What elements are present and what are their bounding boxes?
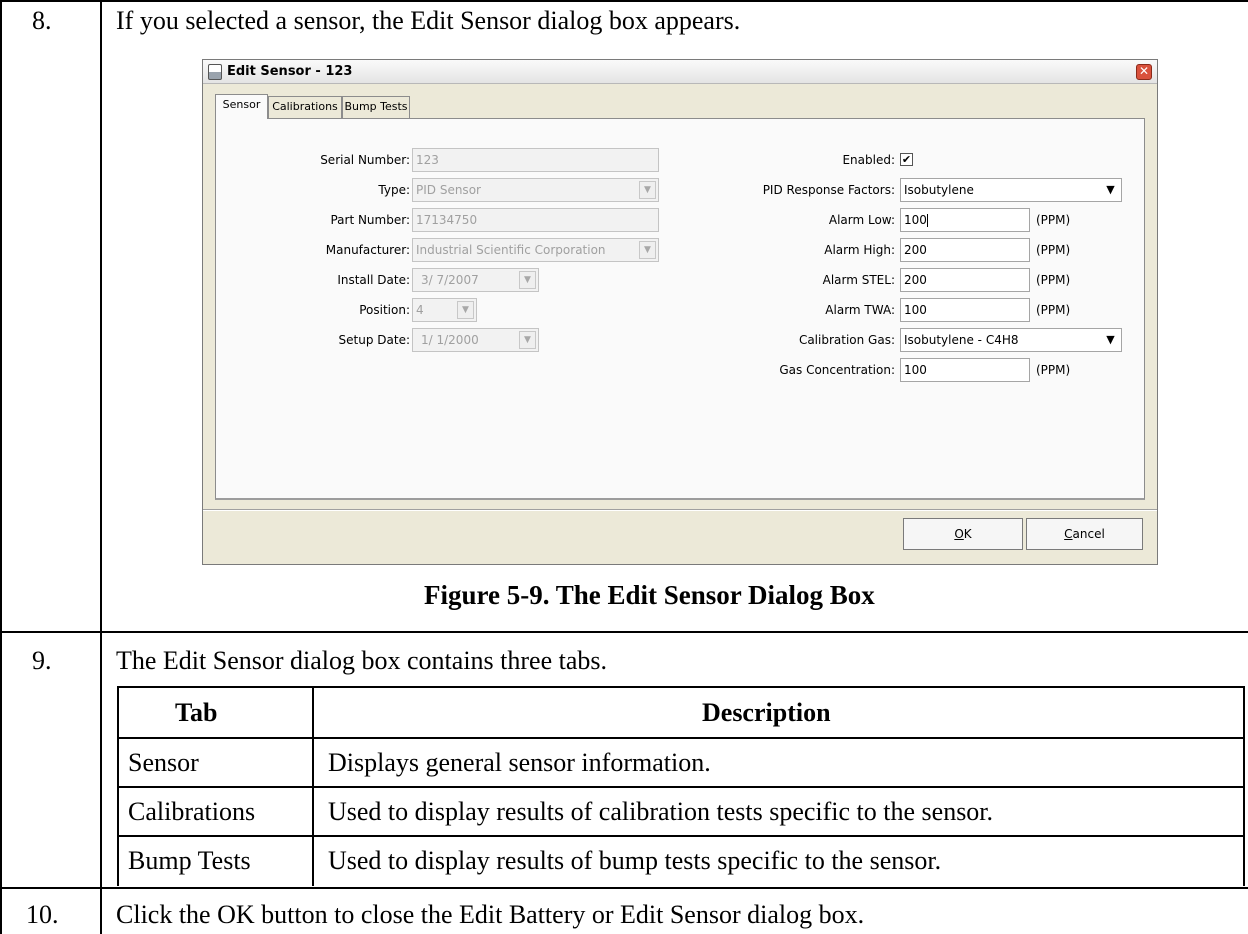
cancel-button-mnemonic: C bbox=[1064, 527, 1073, 541]
dialog-title: Edit Sensor - 123 bbox=[227, 64, 353, 79]
close-button[interactable]: ✕ bbox=[1136, 64, 1152, 80]
outer-border-left bbox=[0, 0, 2, 934]
setup-date-value: 1/ 1/2000 bbox=[421, 333, 479, 347]
chevron-down-icon: ▼ bbox=[519, 271, 536, 289]
position-value: 4 bbox=[416, 303, 424, 317]
alarm-twa-unit: (PPM) bbox=[1036, 303, 1071, 317]
calibration-gas-select[interactable]: Isobutylene - C4H8 ▼ bbox=[900, 328, 1122, 352]
table-header-description: Description bbox=[702, 698, 831, 727]
type-value: PID Sensor bbox=[416, 183, 481, 197]
tab-table-row1 bbox=[117, 737, 1245, 739]
install-date-label: Install Date: bbox=[337, 273, 410, 287]
position-select[interactable]: 4 ▼ bbox=[412, 298, 477, 322]
part-number-value: 17134750 bbox=[416, 213, 478, 227]
step-text: If you selected a sensor, the Edit Senso… bbox=[116, 6, 741, 35]
cancel-button-label: ancel bbox=[1072, 527, 1105, 541]
table-cell-tab: Calibrations bbox=[128, 797, 256, 826]
gas-concentration-label: Gas Concentration: bbox=[779, 363, 895, 377]
alarm-low-input[interactable]: 100 bbox=[900, 208, 1030, 232]
edit-sensor-dialog: Edit Sensor - 123 ✕ Sensor Calibrations … bbox=[202, 59, 1158, 565]
enabled-label: Enabled: bbox=[842, 153, 895, 167]
tab-table-top bbox=[117, 686, 1245, 688]
step-number: 10. bbox=[26, 900, 59, 929]
tab-table-row3 bbox=[117, 835, 1245, 837]
table-cell-tab: Sensor bbox=[128, 748, 199, 777]
dialog-separator bbox=[203, 509, 1157, 511]
part-number-label: Part Number: bbox=[330, 213, 410, 227]
figure-caption: Figure 5-9. The Edit Sensor Dialog Box bbox=[424, 580, 875, 610]
serial-number-value: 123 bbox=[416, 153, 439, 167]
close-icon: ✕ bbox=[1138, 64, 1150, 78]
tab-bump-tests[interactable]: Bump Tests bbox=[342, 96, 410, 118]
table-cell-description: Used to display results of calibration t… bbox=[328, 797, 994, 826]
step-text: The Edit Sensor dialog box contains thre… bbox=[116, 646, 608, 675]
row-divider-9 bbox=[0, 887, 1248, 889]
dialog-titlebar: Edit Sensor - 123 ✕ bbox=[203, 60, 1157, 84]
setup-date-picker[interactable]: 1/ 1/2000 ▼ bbox=[412, 328, 539, 352]
install-date-value: 3/ 7/2007 bbox=[421, 273, 479, 287]
ok-button-label: K bbox=[963, 527, 972, 541]
step-text: Click the OK button to close the Edit Ba… bbox=[116, 900, 865, 929]
type-label: Type: bbox=[378, 183, 410, 197]
alarm-high-label: Alarm High: bbox=[824, 243, 895, 257]
alarm-twa-input[interactable]: 100 bbox=[900, 298, 1030, 322]
alarm-stel-unit: (PPM) bbox=[1036, 273, 1071, 287]
sensor-tab-panel: Serial Number: 123 Type: PID Sensor ▼ Pa… bbox=[215, 118, 1145, 500]
chevron-down-icon: ▼ bbox=[639, 241, 656, 259]
gas-concentration-unit: (PPM) bbox=[1036, 363, 1071, 377]
calibration-gas-value: Isobutylene - C4H8 bbox=[904, 333, 1019, 347]
window-icon bbox=[208, 64, 222, 80]
alarm-low-unit: (PPM) bbox=[1036, 213, 1071, 227]
part-number-field[interactable]: 17134750 bbox=[412, 208, 659, 232]
alarm-low-label: Alarm Low: bbox=[828, 213, 895, 227]
alarm-stel-value: 200 bbox=[904, 273, 927, 287]
table-header-tab: Tab bbox=[175, 698, 218, 727]
gas-concentration-input[interactable]: 100 bbox=[900, 358, 1030, 382]
position-label: Position: bbox=[359, 303, 410, 317]
pid-response-factors-select[interactable]: Isobutylene ▼ bbox=[900, 178, 1122, 202]
tab-table-row2 bbox=[117, 786, 1245, 788]
alarm-stel-label: Alarm STEL: bbox=[822, 273, 895, 287]
chevron-down-icon: ▼ bbox=[1102, 181, 1119, 199]
chevron-down-icon: ▼ bbox=[519, 331, 536, 349]
setup-date-label: Setup Date: bbox=[338, 333, 410, 347]
column-divider bbox=[100, 0, 102, 934]
tab-calibrations[interactable]: Calibrations bbox=[268, 96, 342, 118]
ok-button[interactable]: OK bbox=[903, 518, 1023, 550]
type-select[interactable]: PID Sensor ▼ bbox=[412, 178, 659, 202]
manufacturer-label: Manufacturer: bbox=[325, 243, 410, 257]
chevron-down-icon: ▼ bbox=[457, 301, 474, 319]
manufacturer-select[interactable]: Industrial Scientific Corporation ▼ bbox=[412, 238, 659, 262]
step-number: 9. bbox=[32, 646, 52, 675]
check-icon: ✔ bbox=[901, 153, 912, 166]
enabled-checkbox[interactable]: ✔ bbox=[900, 153, 913, 166]
pid-response-factors-value: Isobutylene bbox=[904, 183, 974, 197]
ok-button-mnemonic: O bbox=[954, 527, 964, 541]
calibration-gas-label: Calibration Gas: bbox=[798, 333, 895, 347]
serial-number-label: Serial Number: bbox=[320, 153, 410, 167]
alarm-low-value: 100 bbox=[904, 213, 927, 227]
serial-number-field[interactable]: 123 bbox=[412, 148, 659, 172]
tab-sensor[interactable]: Sensor bbox=[215, 94, 268, 119]
alarm-high-input[interactable]: 200 bbox=[900, 238, 1030, 262]
table-cell-description: Displays general sensor information. bbox=[328, 748, 711, 777]
gas-concentration-value: 100 bbox=[904, 363, 927, 377]
install-date-picker[interactable]: 3/ 7/2007 ▼ bbox=[412, 268, 539, 292]
alarm-twa-value: 100 bbox=[904, 303, 927, 317]
manufacturer-value: Industrial Scientific Corporation bbox=[416, 243, 606, 257]
chevron-down-icon: ▼ bbox=[639, 181, 656, 199]
row-divider-8 bbox=[0, 631, 1248, 633]
alarm-high-unit: (PPM) bbox=[1036, 243, 1071, 257]
table-cell-description: Used to display results of bump tests sp… bbox=[328, 846, 942, 875]
pid-response-factors-label: PID Response Factors: bbox=[762, 183, 895, 197]
alarm-stel-input[interactable]: 200 bbox=[900, 268, 1030, 292]
alarm-high-value: 200 bbox=[904, 243, 927, 257]
outer-border-top bbox=[0, 0, 1248, 2]
step-number: 8. bbox=[32, 6, 52, 35]
table-cell-tab: Bump Tests bbox=[128, 846, 251, 875]
chevron-down-icon: ▼ bbox=[1102, 331, 1119, 349]
alarm-twa-label: Alarm TWA: bbox=[825, 303, 895, 317]
cancel-button[interactable]: Cancel bbox=[1026, 518, 1143, 550]
